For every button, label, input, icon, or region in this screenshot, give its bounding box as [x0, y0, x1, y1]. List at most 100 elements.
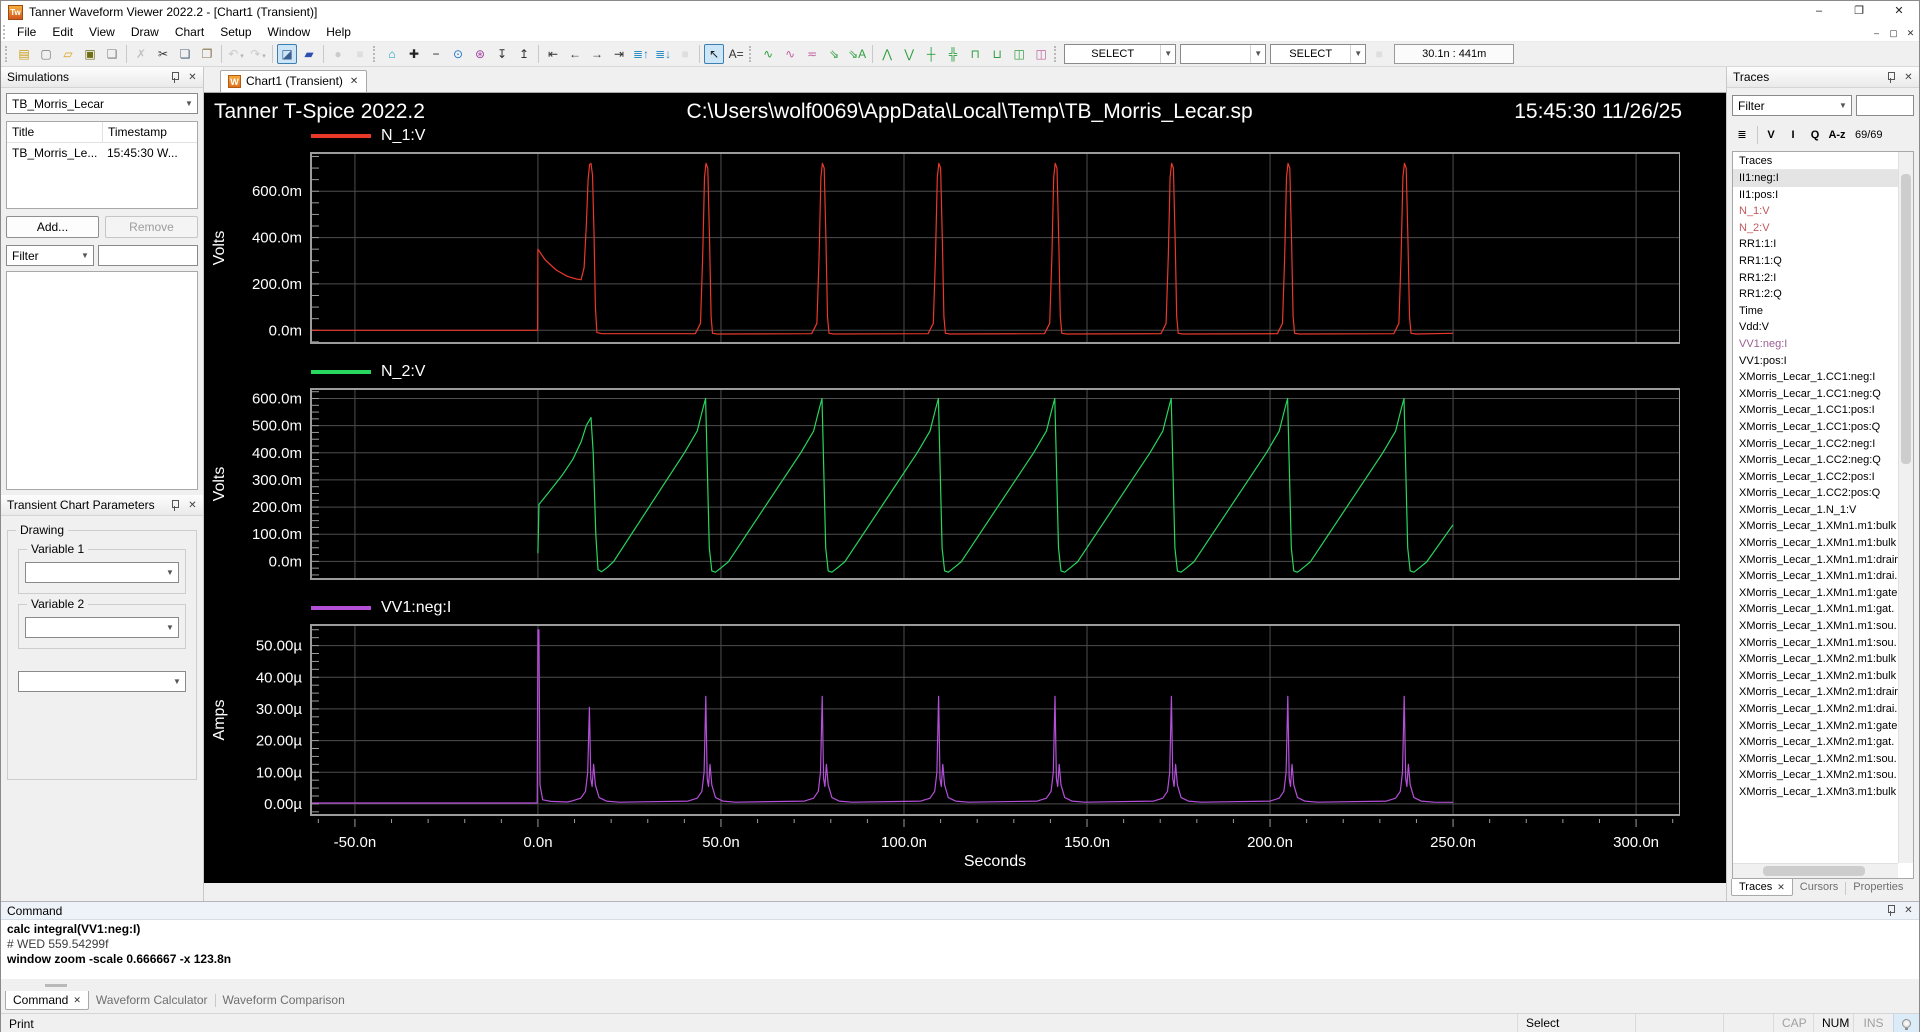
trace-item[interactable]: XMorris_Lecar_1.XMn1.m1:sou.	[1733, 618, 1898, 635]
new-chart-icon[interactable]: ▤	[14, 44, 34, 64]
trace-item[interactable]: XMorris_Lecar_1.XMn2.m1:drain	[1733, 684, 1898, 701]
command-splitter[interactable]	[1, 979, 1919, 991]
tab-waveform-comparison[interactable]: Waveform Comparison	[216, 991, 352, 1009]
close-icon[interactable]: ✕	[1902, 905, 1915, 916]
chart-up-icon[interactable]: ≣↑	[631, 44, 651, 64]
trace-item[interactable]: XMorris_Lecar_1.CC1:neg:Q	[1733, 386, 1898, 403]
variable2-select[interactable]: ▼	[25, 617, 179, 638]
trace-item[interactable]: XMorris_Lecar_1.CC2:neg:I	[1733, 436, 1898, 453]
window-measure-icon[interactable]: ◫	[1009, 44, 1029, 64]
trace-select-1[interactable]: SELECT▼	[1064, 44, 1176, 64]
pin-icon[interactable]	[1885, 72, 1896, 83]
trace-item[interactable]: XMorris_Lecar_1.N_1:V	[1733, 502, 1898, 519]
trace-item[interactable]: XMorris_Lecar_1.XMn1.m1:bulk	[1733, 535, 1898, 552]
horizontal-scrollbar[interactable]	[1733, 863, 1898, 878]
filter-input[interactable]	[98, 245, 198, 266]
select-cursor-icon[interactable]: ↖	[704, 44, 724, 64]
peak-max-icon[interactable]: ⋀	[877, 44, 897, 64]
measure-rise-icon[interactable]: ∿	[758, 44, 778, 64]
trace-item[interactable]: XMorris_Lecar_1.XMn1.m1:drai.	[1733, 568, 1898, 585]
probe-icon[interactable]: ◪	[277, 44, 297, 64]
trace-item[interactable]: II1:neg:I	[1733, 170, 1898, 187]
text-annotation-icon[interactable]: A=	[726, 44, 746, 64]
zoom-out-icon[interactable]: −	[426, 44, 446, 64]
redo-icon[interactable]: ↷ ▾	[248, 44, 268, 64]
table-row[interactable]: TB_Morris_Le... 15:45:30 W...	[7, 143, 197, 163]
trace-item[interactable]: XMorris_Lecar_1.CC1:neg:I	[1733, 369, 1898, 386]
open-icon[interactable]: ▱	[58, 44, 78, 64]
trace-item[interactable]: XMorris_Lecar_1.XMn1.m1:bulk	[1733, 518, 1898, 535]
trace-item[interactable]: Time	[1733, 303, 1898, 320]
trace-item[interactable]: Vdd:V	[1733, 319, 1898, 336]
close-icon[interactable]: ✕	[186, 500, 199, 511]
trace-item[interactable]: N_1:V	[1733, 203, 1898, 220]
mdi-close-button[interactable]: ✕	[1902, 25, 1919, 40]
copy-icon[interactable]: ❏	[175, 44, 195, 64]
window-measure2-icon[interactable]: ◫	[1031, 44, 1051, 64]
trace-item[interactable]: RR1:1:I	[1733, 236, 1898, 253]
zoom-window-icon[interactable]: ⊙	[448, 44, 468, 64]
trace-item[interactable]: XMorris_Lecar_1.XMn3.m1:bulk	[1733, 784, 1898, 801]
delete-icon[interactable]: ✗	[131, 44, 151, 64]
trace-item[interactable]: XMorris_Lecar_1.CC2:pos:Q	[1733, 485, 1898, 502]
plot-n-1-v[interactable]: 600.0m400.0m200.0m0.0mVolts	[204, 151, 1680, 345]
trace-item[interactable]: XMorris_Lecar_1.XMn2.m1:sou.	[1733, 751, 1898, 768]
mdi-restore-button[interactable]: ▢	[1885, 25, 1902, 40]
trace-item[interactable]: II1:pos:I	[1733, 187, 1898, 204]
menu-view[interactable]: View	[81, 23, 123, 42]
blank-icon[interactable]: ■	[350, 44, 370, 64]
measure-label-icon[interactable]: ⇘A	[846, 44, 868, 64]
edge-rise-icon[interactable]: ⊓	[965, 44, 985, 64]
column-timestamp[interactable]: Timestamp	[102, 122, 197, 142]
minimize-button[interactable]: –	[1799, 1, 1839, 23]
stack-down-icon[interactable]: ↧	[492, 44, 512, 64]
view-last-icon[interactable]: ⇥	[609, 44, 629, 64]
point-marker-icon[interactable]: ┼	[921, 44, 941, 64]
plot-n-2-v[interactable]: 600.0m500.0m400.0m300.0m200.0m100.0m0.0m…	[204, 387, 1680, 581]
trace-item[interactable]: XMorris_Lecar_1.XMn2.m1:gate	[1733, 718, 1898, 735]
extra-select[interactable]: ▼	[18, 671, 186, 692]
traces-filter-select[interactable]: Filter ▼	[1732, 95, 1852, 116]
trace-item[interactable]: XMorris_Lecar_1.XMn1.m1:sou.	[1733, 635, 1898, 652]
close-icon[interactable]: ✕	[1902, 72, 1915, 83]
cut-icon[interactable]: ✂	[153, 44, 173, 64]
remove-button[interactable]: Remove	[105, 216, 198, 238]
legend-n1v[interactable]: N_1:V	[311, 127, 425, 145]
edge-fall-icon[interactable]: ⊔	[987, 44, 1007, 64]
pin-icon[interactable]	[1885, 905, 1896, 916]
mdi-minimize-button[interactable]: –	[1868, 25, 1885, 40]
menu-draw[interactable]: Draw	[123, 23, 167, 42]
notebook-icon[interactable]: ▰	[299, 44, 319, 64]
plot-vv1-neg-i[interactable]: 50.00µ40.00µ30.00µ20.00µ10.00µ0.00µAmps	[204, 623, 1680, 817]
lasso-icon[interactable]: ●	[328, 44, 348, 64]
tab-cursors[interactable]: Cursors	[1793, 879, 1846, 895]
view-next-icon[interactable]: →	[587, 44, 607, 64]
sort-az-icon[interactable]: A-z	[1827, 125, 1847, 145]
tab-properties[interactable]: Properties	[1846, 879, 1910, 895]
trace-item[interactable]: VV1:pos:I	[1733, 353, 1898, 370]
measure-fall-icon[interactable]: ∿	[780, 44, 800, 64]
restore-button[interactable]: ❐	[1839, 1, 1879, 23]
filter-current-icon[interactable]: I	[1783, 125, 1803, 145]
save-icon[interactable]: ▣	[80, 44, 100, 64]
home-view-icon[interactable]: ⌂	[382, 44, 402, 64]
trace-item[interactable]: XMorris_Lecar_1.XMn1.m1:gat.	[1733, 601, 1898, 618]
menu-chart[interactable]: Chart	[167, 23, 212, 42]
trace-item[interactable]: VV1:neg:I	[1733, 336, 1898, 353]
trace-item[interactable]: XMorris_Lecar_1.XMn1.m1:gate	[1733, 585, 1898, 602]
view-first-icon[interactable]: ⇤	[543, 44, 563, 64]
trace-item[interactable]: RR1:1:Q	[1733, 253, 1898, 270]
measure-slope-icon[interactable]: ⇘	[824, 44, 844, 64]
zoom-in-icon[interactable]: ✚	[404, 44, 424, 64]
tab-traces[interactable]: Traces✕	[1731, 879, 1793, 896]
pin-icon[interactable]	[169, 500, 180, 511]
measure-average-icon[interactable]: ≂	[802, 44, 822, 64]
tab-close-icon[interactable]: ✕	[350, 76, 358, 87]
save-all-icon[interactable]: ❏	[102, 44, 122, 64]
peak-min-icon[interactable]: ⋁	[899, 44, 919, 64]
new-window-icon[interactable]: ▢	[36, 44, 56, 64]
menu-window[interactable]: Window	[260, 23, 319, 42]
tab-command[interactable]: Command✕	[5, 991, 89, 1010]
tree-view-icon[interactable]: ≣	[1732, 125, 1752, 145]
trace-item[interactable]: RR1:2:Q	[1733, 286, 1898, 303]
